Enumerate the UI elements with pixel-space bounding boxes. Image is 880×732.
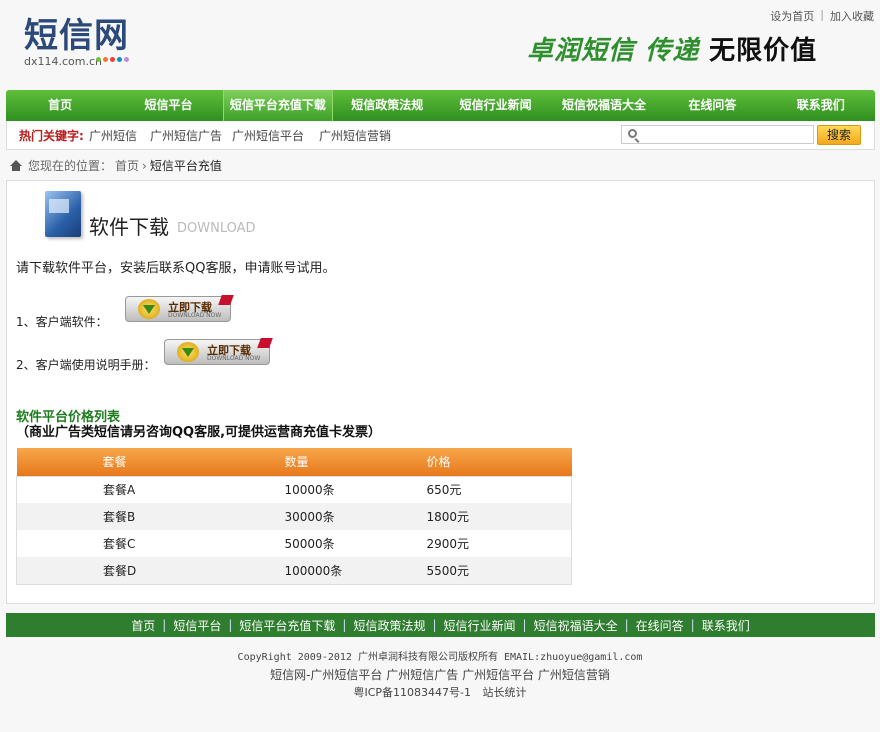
site-logo[interactable]: 短信网 dx114.com.cn <box>24 16 144 72</box>
hot-keyword[interactable]: 广州短信营销 <box>319 127 391 144</box>
cell-package: 套餐D <box>16 557 203 584</box>
download-arrow-icon <box>177 342 199 362</box>
table-row: 套餐D 100000条 5500元 <box>16 557 572 584</box>
footer-nav: 首页 | 短信平台 | 短信平台充值下载 | 短信政策法规 | 短信行业新闻 | 短信祝福… <box>6 613 875 637</box>
cell-quantity: 50000条 <box>284 537 335 551</box>
nav-home[interactable]: 首页 <box>6 90 114 121</box>
hot-keywords-label: 热门关键字: <box>19 129 84 143</box>
add-favorite-link[interactable]: 加入收藏 <box>830 8 874 24</box>
slogan-part1: 卓润短信 <box>527 36 636 66</box>
set-homepage-link[interactable]: 设为首页 <box>770 8 814 24</box>
table-row: 套餐A 10000条 650元 <box>17 476 572 503</box>
download-manual-button[interactable]: 立即下载 DOWNLOAD NOW <box>164 338 273 365</box>
main-content: 软件下载 DOWNLOAD 请下载软件平台，安装后联系QQ客服，申请账号试用。 … <box>6 180 875 604</box>
nav-policy[interactable]: 短信政策法规 <box>333 90 441 121</box>
cell-quantity: 100000条 <box>202 557 349 584</box>
download-button-sublabel: DOWNLOAD NOW <box>168 312 222 319</box>
breadcrumb-prefix: 您现在的位置： <box>28 159 113 173</box>
ribbon-icon <box>257 338 273 348</box>
nav-contact[interactable]: 联系我们 <box>767 90 875 121</box>
hot-keywords-bar: 热门关键字: 广州短信 广州短信广告 广州短信平台 广州短信营销 搜索 <box>6 121 875 150</box>
main-nav: 首页 短信平台 短信平台充值下载 短信政策法规 短信行业新闻 短信祝福语大全 在… <box>6 90 875 121</box>
table-row: 套餐B 30000条 1800元 <box>16 503 572 530</box>
footer-link[interactable]: 广州短信平台 <box>462 668 534 682</box>
cell-package: 套餐B <box>16 503 203 530</box>
footer-nav-qa[interactable]: 在线问答 <box>636 617 684 634</box>
cell-price: 1800元 <box>348 503 572 530</box>
download-button-sublabel: DOWNLOAD NOW <box>207 355 261 362</box>
download-arrow-icon <box>138 299 160 319</box>
cell-package: 套餐A <box>103 483 136 498</box>
breadcrumb-home[interactable]: 首页 <box>115 157 139 174</box>
section-title: 软件下载 <box>89 215 169 239</box>
table-row: 套餐C 50000条 2900元 <box>17 530 572 557</box>
column-header: 套餐 <box>16 448 203 476</box>
nav-sms-platform[interactable]: 短信平台 <box>114 90 222 121</box>
cell-quantity: 30000条 <box>202 503 349 530</box>
divider: | <box>228 618 233 632</box>
column-header: 价格 <box>348 448 572 476</box>
footer-link[interactable]: 广州短信营销 <box>538 668 610 682</box>
logo-title: 短信网 <box>24 16 129 56</box>
search-input[interactable] <box>642 126 812 143</box>
divider: | <box>624 618 629 632</box>
cell-quantity: 10000条 <box>284 483 335 498</box>
divider: | <box>522 618 527 632</box>
footer-nav-sms-platform[interactable]: 短信平台 <box>173 617 221 634</box>
table-header-row: 套餐 数量 价格 <box>16 448 572 476</box>
cell-price: 5500元 <box>348 557 572 584</box>
footer-nav-home[interactable]: 首页 <box>131 617 155 634</box>
search-box <box>621 125 814 144</box>
footer-link[interactable]: 广州短信广告 <box>386 668 458 682</box>
nav-industry-news[interactable]: 短信行业新闻 <box>442 90 550 121</box>
footer-nav-recharge-download[interactable]: 短信平台充值下载 <box>239 617 335 634</box>
hot-keyword[interactable]: 广州短信 <box>89 127 137 144</box>
hot-keyword[interactable]: 广州短信平台 <box>232 127 304 144</box>
download-client-button[interactable]: 立即下载 DOWNLOAD NOW <box>125 295 234 322</box>
hot-keyword[interactable]: 广州短信广告 <box>150 127 222 144</box>
footer-nav-greetings[interactable]: 短信祝福语大全 <box>534 617 618 634</box>
chevron-right-icon: › <box>142 158 147 173</box>
cell-price: 2900元 <box>426 537 470 551</box>
price-table: 套餐 数量 价格 套餐A 10000条 650元 套餐B 30000条 1800… <box>16 448 572 585</box>
search-icon <box>628 129 637 138</box>
nav-recharge-download[interactable]: 短信平台充值下载 <box>222 90 334 121</box>
footer-link[interactable]: 短信网-广州短信平台 <box>270 668 382 682</box>
divider: | <box>690 618 695 632</box>
logo-dots-icon <box>96 57 129 62</box>
cell-price: 650元 <box>426 483 462 498</box>
slogan: 卓润短信 传递 无限价值 <box>527 30 817 67</box>
cell-package: 套餐C <box>103 537 136 551</box>
footer-nav-policy[interactable]: 短信政策法规 <box>353 617 425 634</box>
intro-text: 请下载软件平台，安装后联系QQ客服，申请账号试用。 <box>16 261 336 276</box>
footer-nav-industry-news[interactable]: 短信行业新闻 <box>444 617 516 634</box>
section-title-en: DOWNLOAD <box>177 221 256 236</box>
column-header: 数量 <box>202 448 349 476</box>
nav-qa[interactable]: 在线问答 <box>658 90 766 121</box>
icp-number: 粤ICP备11083447号-1 <box>353 686 471 699</box>
stats-link[interactable]: 站长统计 <box>483 686 527 699</box>
footer-nav-contact[interactable]: 联系我们 <box>702 617 750 634</box>
software-box-icon <box>45 191 81 237</box>
home-icon <box>10 160 22 171</box>
search-button[interactable]: 搜索 <box>817 125 861 145</box>
breadcrumb-current: 短信平台充值 <box>149 159 222 173</box>
footer-icp: 粤ICP备11083447号-1 站长统计 <box>0 684 880 700</box>
slogan-part3: 无限价值 <box>709 36 818 66</box>
download-label-manual: 2、客户端使用说明手册： <box>16 358 156 372</box>
copyright: CopyRight 2009-2012 广州卓润科技有限公司版权所有 EMAIL… <box>237 652 643 663</box>
price-list-note: （商业广告类短信请另咨询QQ客服,可提供运营商充值卡发票） <box>16 425 382 440</box>
breadcrumb: 您现在的位置： 首页 › 短信平台充值 <box>10 157 222 174</box>
divider: | <box>432 618 437 632</box>
divider: | <box>162 618 167 632</box>
nav-greetings[interactable]: 短信祝福语大全 <box>550 90 658 121</box>
divider: | <box>342 618 347 632</box>
divider: | <box>820 8 824 21</box>
top-links: 设为首页 | 加入收藏 <box>770 8 874 24</box>
download-label-client: 1、客户端软件： <box>16 315 108 329</box>
slogan-part2: 传递 <box>645 36 700 66</box>
ribbon-icon <box>218 295 234 305</box>
footer-links: 短信网-广州短信平台 广州短信广告 广州短信平台 广州短信营销 <box>0 666 880 683</box>
